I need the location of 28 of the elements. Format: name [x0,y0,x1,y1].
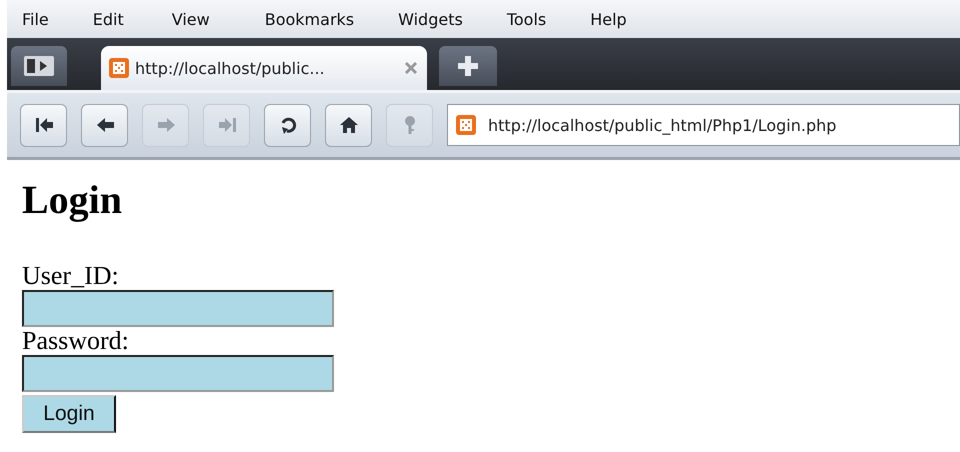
new-tab-button[interactable] [439,46,497,86]
close-icon[interactable] [403,60,419,76]
input-field[interactable] [22,290,334,327]
toolbar-button[interactable] [20,104,67,146]
field-label: User_ID: [22,262,119,290]
plus-icon [457,55,479,77]
menu-item[interactable]: Widgets [398,10,463,28]
home-icon [338,114,360,136]
browser-tab[interactable]: http://localhost/public... [101,46,427,90]
toolbar-button[interactable] [81,104,128,146]
menu-item[interactable]: Edit [92,10,124,28]
login-button[interactable]: Login [22,395,116,433]
toolbar-button[interactable] [264,104,311,146]
menu-item[interactable]: Bookmarks [264,10,354,28]
input-field[interactable] [22,355,334,392]
menu-item[interactable]: View [172,10,210,28]
tab-title: http://localhost/public... [135,58,326,78]
address-field[interactable]: http://localhost/public_html/Php1/Login.php [447,104,960,146]
page-heading: Login [22,176,122,224]
menu-item[interactable]: Help [590,10,627,28]
toolbar-button[interactable] [325,104,372,146]
xampp-logo-icon [109,58,129,78]
panel-toggle-button[interactable] [11,46,67,86]
xampp-logo-icon [456,115,476,135]
menu-item[interactable]: Tools [506,10,546,28]
field-label: Password: [22,327,129,355]
menu-item[interactable]: File [22,10,49,28]
panel-icon [23,55,55,77]
